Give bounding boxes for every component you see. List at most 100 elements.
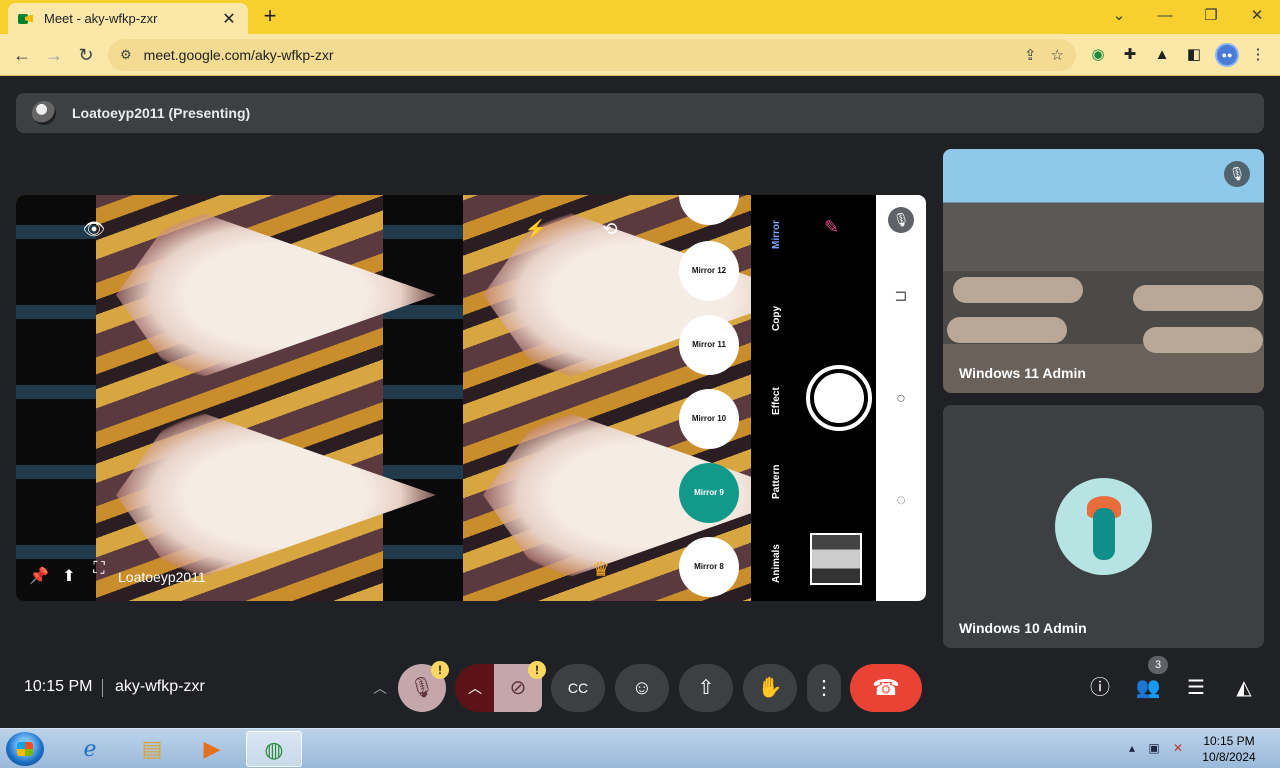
tab-search-icon[interactable]: ⌄ xyxy=(1106,4,1132,28)
more-options-button[interactable]: ⋮ xyxy=(807,664,841,712)
back-button[interactable]: ← xyxy=(9,42,35,68)
address-bar[interactable]: ⚙ meet.google.com/aky-wfkp-zxr ⇪ ☆ xyxy=(108,39,1076,71)
stage-footer: 📌 ⬆ ⛶ Loatoeyp2011 xyxy=(16,560,206,589)
taskbar-time: 10:15 PM xyxy=(1203,734,1255,748)
audio-options-chevron-icon[interactable]: ︿ xyxy=(360,664,400,712)
camera-side-panel: Mirror Copy Effect Pattern Animals ✎ xyxy=(751,195,876,601)
tab-title: Meet - aky-wfkp-zxr xyxy=(44,11,158,26)
mic-warning-icon: ! xyxy=(431,661,449,679)
crown-icon: ♛ xyxy=(592,559,610,581)
camera-warning-icon: ! xyxy=(528,661,546,679)
mirror-mode-list: Mirror 12 Mirror 11 Mirror 10 Mirror 9 M… xyxy=(676,195,756,601)
reload-button[interactable]: ↻ xyxy=(73,42,99,68)
mode-button: Mirror 8 xyxy=(679,537,739,597)
taskbar-clock[interactable]: 10:15 PM 10/8/2024 xyxy=(1192,733,1266,765)
participant-avatar xyxy=(1055,478,1152,575)
minimize-button[interactable]: — xyxy=(1152,4,1178,28)
present-to-icon[interactable]: ⬆ xyxy=(56,565,82,589)
stage-mic-off-icon: 🎙 xyxy=(888,207,914,233)
video-hand-shape xyxy=(953,277,1083,303)
switch-camera-icon: ⟲ xyxy=(602,219,618,239)
shutter-button xyxy=(806,365,872,431)
category-animals: Animals xyxy=(771,544,782,584)
mode-button-partial xyxy=(679,195,739,225)
profile-avatar[interactable]: ●● xyxy=(1215,43,1239,67)
internet-explorer-icon[interactable]: ℯ xyxy=(62,731,118,767)
browser-tab[interactable]: Meet - aky-wfkp-zxr ✕ xyxy=(8,3,248,34)
tab-close-icon[interactable]: ✕ xyxy=(220,9,238,29)
mirror-strip-left xyxy=(16,195,96,601)
extension-globe-icon[interactable]: ◉ xyxy=(1087,44,1109,66)
pin-icon[interactable]: 📌 xyxy=(26,565,52,589)
windows-taskbar: ℯ ▤ ▶ ◍ ▴ ▣ ✕ 10:15 PM 10/8/2024 xyxy=(0,728,1280,768)
labs-flask-icon[interactable]: ▲ xyxy=(1151,44,1173,66)
chrome-taskbar-icon[interactable]: ◍ xyxy=(246,731,302,767)
raise-hand-button[interactable]: ✋ xyxy=(743,664,797,712)
taskbar-date: 10/8/2024 xyxy=(1202,750,1256,764)
tray-show-hidden-icon[interactable]: ▴ xyxy=(1124,740,1140,756)
emoji-reaction-button[interactable]: ☺ xyxy=(615,664,669,712)
participant-tile[interactable]: Windows 10 Admin xyxy=(943,405,1264,648)
mode-button: Mirror 12 xyxy=(679,241,739,301)
participant-name: Windows 11 Admin xyxy=(959,365,1086,381)
category-effect: Effect xyxy=(771,387,782,415)
side-panel-icon[interactable]: ◧ xyxy=(1183,44,1205,66)
meeting-code: aky-wfkp-zxr xyxy=(115,678,205,695)
fullscreen-icon[interactable]: ⛶ xyxy=(86,557,112,581)
home-nav-icon: ○ xyxy=(896,390,906,407)
site-info-icon[interactable]: ⚙ xyxy=(120,47,132,63)
mode-button-active: Mirror 9 xyxy=(679,463,739,523)
leave-call-button[interactable]: ☎ xyxy=(850,664,922,712)
extensions-puzzle-icon[interactable]: ✚ xyxy=(1119,44,1141,66)
share-icon[interactable]: ⇪ xyxy=(1024,46,1037,64)
stage-participant-name: Loatoeyp2011 xyxy=(118,569,206,585)
back-nav-icon: ⊐ xyxy=(894,288,908,305)
video-options-chevron-icon[interactable]: ︿ xyxy=(455,664,495,712)
video-hand-shape xyxy=(1143,327,1263,353)
mirror-half-left xyxy=(96,195,463,601)
gallery-thumbnail xyxy=(810,533,862,585)
meeting-info-icon[interactable]: ⓘ xyxy=(1087,676,1113,700)
meeting-clock: 10:15 PM xyxy=(24,678,93,695)
new-tab-button[interactable]: + xyxy=(258,5,282,29)
activities-icon[interactable]: ◭ xyxy=(1231,676,1257,700)
people-icon[interactable]: 👥 xyxy=(1135,676,1161,700)
pen-icon: ✎ xyxy=(824,217,840,237)
restore-button[interactable]: ❐ xyxy=(1198,4,1224,28)
network-icon[interactable]: ▣ xyxy=(1146,740,1162,756)
start-button[interactable] xyxy=(6,732,44,766)
close-window-button[interactable]: ✕ xyxy=(1244,4,1270,28)
category-copy: Copy xyxy=(771,306,782,332)
present-screen-button[interactable]: ⇧ xyxy=(679,664,733,712)
captions-button[interactable]: CC xyxy=(551,664,605,712)
presenting-banner: Loatoeyp2011 (Presenting) xyxy=(16,93,1264,133)
participant-tile[interactable]: 🎙 Windows 11 Admin xyxy=(943,149,1264,393)
file-explorer-icon[interactable]: ▤ xyxy=(124,731,180,767)
category-mirror: Mirror xyxy=(771,220,782,250)
presentation-stage[interactable]: 👁 ⚡ ⟲ ♛ Mirror 12 Mirror 11 Mirror 10 Mi… xyxy=(16,195,926,601)
volume-muted-icon[interactable]: ✕ xyxy=(1170,740,1186,756)
meet-favicon-icon xyxy=(18,12,34,26)
chat-icon[interactable]: ☰ xyxy=(1183,676,1209,700)
people-count-badge: 3 xyxy=(1148,656,1168,674)
divider xyxy=(102,679,103,697)
video-hand-shape xyxy=(1133,285,1263,311)
mode-button: Mirror 11 xyxy=(679,315,739,375)
browser-title-bar: Meet - aky-wfkp-zxr ✕ + ⌄ — ❐ ✕ xyxy=(0,0,1280,34)
chrome-menu-icon[interactable]: ⋮ xyxy=(1247,44,1269,66)
mode-button: Mirror 10 xyxy=(679,389,739,449)
mic-off-icon: 🎙 xyxy=(1224,161,1250,187)
forward-button[interactable]: → xyxy=(41,42,67,68)
category-pattern: Pattern xyxy=(771,464,782,500)
url-text[interactable]: meet.google.com/aky-wfkp-zxr xyxy=(144,47,1010,63)
participant-name: Windows 10 Admin xyxy=(959,620,1087,636)
video-hand-shape xyxy=(947,317,1067,343)
bookmark-star-icon[interactable]: ☆ xyxy=(1051,46,1064,64)
recents-nav-icon: ◌ xyxy=(896,492,906,509)
eye-icon: 👁 xyxy=(82,219,106,239)
media-player-icon[interactable]: ▶ xyxy=(184,731,240,767)
browser-toolbar: ← → ↻ ⚙ meet.google.com/aky-wfkp-zxr ⇪ ☆… xyxy=(0,34,1280,76)
phone-nav-bar: 🎙 ⊐ ○ ◌ xyxy=(876,195,926,601)
presenting-label: Loatoeyp2011 (Presenting) xyxy=(72,105,251,121)
presenter-avatar xyxy=(32,101,56,125)
